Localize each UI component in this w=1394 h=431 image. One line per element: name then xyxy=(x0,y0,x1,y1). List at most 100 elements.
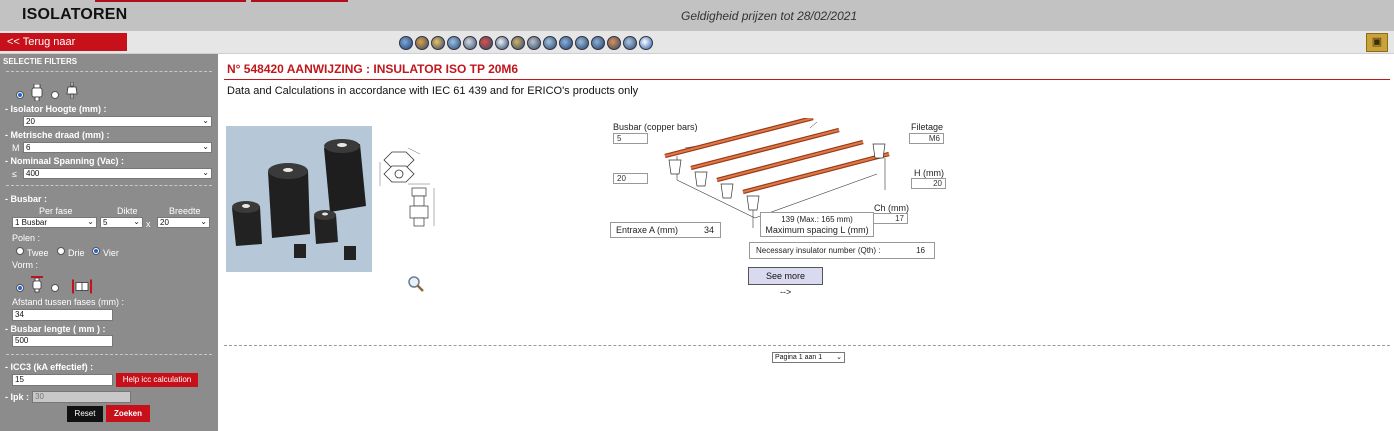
insulator-mini xyxy=(294,244,306,258)
rod-icon[interactable] xyxy=(543,36,557,50)
ch-label: Ch (mm) xyxy=(874,203,909,213)
entraxe-field: Entraxe A (mm) 34 xyxy=(610,222,721,238)
busbar-icon[interactable] xyxy=(399,36,413,50)
nav-bar xyxy=(0,31,1394,54)
tool-icon[interactable] xyxy=(479,36,493,50)
divider xyxy=(6,185,212,186)
filter-sidebar: SELECTIE FILTERS - Isolator Hoogte (mm) … xyxy=(0,54,218,431)
insulator-large xyxy=(324,139,366,212)
round-insulator-icon xyxy=(31,276,43,293)
busbar-thickness-value: 5 xyxy=(103,218,108,227)
clamp-icon[interactable] xyxy=(431,36,445,50)
insulator-height-select[interactable]: 20 ⌄ xyxy=(23,116,212,127)
necessary-insulator-value: 16 xyxy=(916,246,925,255)
see-more-button[interactable]: See more xyxy=(748,267,823,285)
see-more-arrow: --> xyxy=(780,287,792,297)
ipk-label: - Ipk : xyxy=(5,392,29,402)
shape-radio-1[interactable] xyxy=(16,284,24,292)
search-button[interactable]: Zoeken xyxy=(106,405,150,422)
chevron-down-icon: ⌄ xyxy=(202,168,209,177)
horizontal-insulator-icon xyxy=(72,279,92,294)
chevron-down-icon: ⌄ xyxy=(87,217,94,226)
info-icon[interactable] xyxy=(639,36,653,50)
busbar-per-phase-value: 1 Busbar xyxy=(15,218,48,227)
insulator-shape-icon xyxy=(31,84,43,101)
poles-option-three: Drie xyxy=(68,248,85,258)
busbar-label: - Busbar : xyxy=(5,194,48,204)
insulator-small-left xyxy=(232,201,262,246)
nominal-voltage-label: - Nominaal Spanning (Vac) : xyxy=(5,156,125,166)
insulator-small-right xyxy=(314,210,338,244)
chevron-down-icon: ⌄ xyxy=(200,217,207,226)
product-subtitle: Data and Calculations in accordance with… xyxy=(227,85,639,97)
back-to-panorama-button[interactable]: << Terug naar panorama xyxy=(0,33,127,66)
max-spacing-label: Maximum spacing L (mm) xyxy=(765,225,869,235)
box-icon[interactable] xyxy=(591,36,605,50)
connector-icon[interactable] xyxy=(447,36,461,50)
thickness-label: Dikte xyxy=(117,206,138,216)
chevron-down-icon: ⌄ xyxy=(133,217,140,226)
chevron-down-icon: ⌄ xyxy=(202,116,209,125)
necessary-insulator-field: Necessary insulator number (Qth) : 16 xyxy=(749,242,935,259)
thread-value: M6 xyxy=(909,133,944,144)
icc3-input[interactable]: 15 xyxy=(12,374,113,386)
phase-distance-input[interactable]: 34 xyxy=(12,309,113,321)
busbar-width-select[interactable]: 20 ⌄ xyxy=(157,217,210,228)
title-divider xyxy=(224,79,1390,80)
phase-distance-label: Afstand tussen fases (mm) : xyxy=(12,297,125,307)
busbar-length-input[interactable]: 500 xyxy=(12,335,113,347)
cable-icon[interactable] xyxy=(511,36,525,50)
page-title: ISOLATOREN xyxy=(22,6,128,23)
poles-radio-two[interactable] xyxy=(16,247,24,255)
max-spacing-value: 139 (Max.: 165 mm) xyxy=(781,215,853,224)
metric-thread-select[interactable]: 6 ⌄ xyxy=(23,142,212,153)
insulator-icon[interactable] xyxy=(415,36,429,50)
insulator-height-value: 20 xyxy=(26,117,35,126)
nominal-voltage-value: 400 xyxy=(26,169,40,178)
folder-icon[interactable]: ▣ xyxy=(1366,33,1388,52)
nominal-voltage-select[interactable]: 400 ⌄ xyxy=(23,168,212,179)
poles-radio-three[interactable] xyxy=(57,247,65,255)
pagination-value: Pagina 1 aan 1 xyxy=(775,354,823,361)
fuse-icon[interactable] xyxy=(623,36,637,50)
poles-option-four: Vier xyxy=(103,248,119,258)
poles-option-two: Twee xyxy=(27,248,49,258)
height-label: H (mm) xyxy=(914,168,944,178)
insulator-mini xyxy=(344,246,356,260)
height-value: 20 xyxy=(911,178,946,189)
technical-drawing[interactable] xyxy=(378,140,458,235)
lug-icon[interactable] xyxy=(463,36,477,50)
entraxe-label: Entraxe A (mm) xyxy=(616,225,679,235)
poles-label: Polen : xyxy=(12,233,41,243)
spark-icon[interactable] xyxy=(559,36,573,50)
category-icon-strip xyxy=(399,36,655,52)
header-tab-indicator xyxy=(95,0,348,2)
thread-label: Filetage xyxy=(911,122,944,132)
help-icc-calculation-button[interactable]: Help icc calculation xyxy=(116,373,198,387)
insulator-shape-icon-alt xyxy=(66,82,78,99)
shape-radio-2[interactable] xyxy=(51,284,59,292)
insulator-supports xyxy=(668,143,886,211)
filter-section-title: SELECTIE FILTERS xyxy=(3,57,78,66)
ipk-input: 30 xyxy=(32,391,131,403)
content-divider xyxy=(224,345,1390,346)
entraxe-value: 34 xyxy=(703,225,714,235)
insulator-type-radio-2[interactable] xyxy=(51,91,59,99)
terminal-icon[interactable] xyxy=(495,36,509,50)
reset-button[interactable]: Reset xyxy=(67,406,103,422)
busbar-length-label: - Busbar lengte ( mm ) : xyxy=(5,324,106,334)
price-validity: Geldigheid prijzen tot 28/02/2021 xyxy=(681,9,858,23)
zoom-icon[interactable] xyxy=(407,275,425,293)
insulator-type-radio-1[interactable] xyxy=(16,91,24,99)
pagination-select[interactable]: Pagina 1 aan 1 ⌄ xyxy=(772,352,845,363)
header-tab-gap xyxy=(246,0,251,2)
switch-icon[interactable] xyxy=(607,36,621,50)
busbar-thickness-select[interactable]: 5 ⌄ xyxy=(100,217,143,228)
busbar-per-phase-select[interactable]: 1 Busbar ⌄ xyxy=(12,217,97,228)
grounding-icon[interactable] xyxy=(527,36,541,50)
per-phase-label: Per fase xyxy=(39,206,73,216)
poles-radio-four[interactable] xyxy=(92,247,100,255)
chevron-down-icon: ⌄ xyxy=(202,142,209,151)
product-photo[interactable] xyxy=(226,126,372,272)
holder-icon[interactable] xyxy=(575,36,589,50)
